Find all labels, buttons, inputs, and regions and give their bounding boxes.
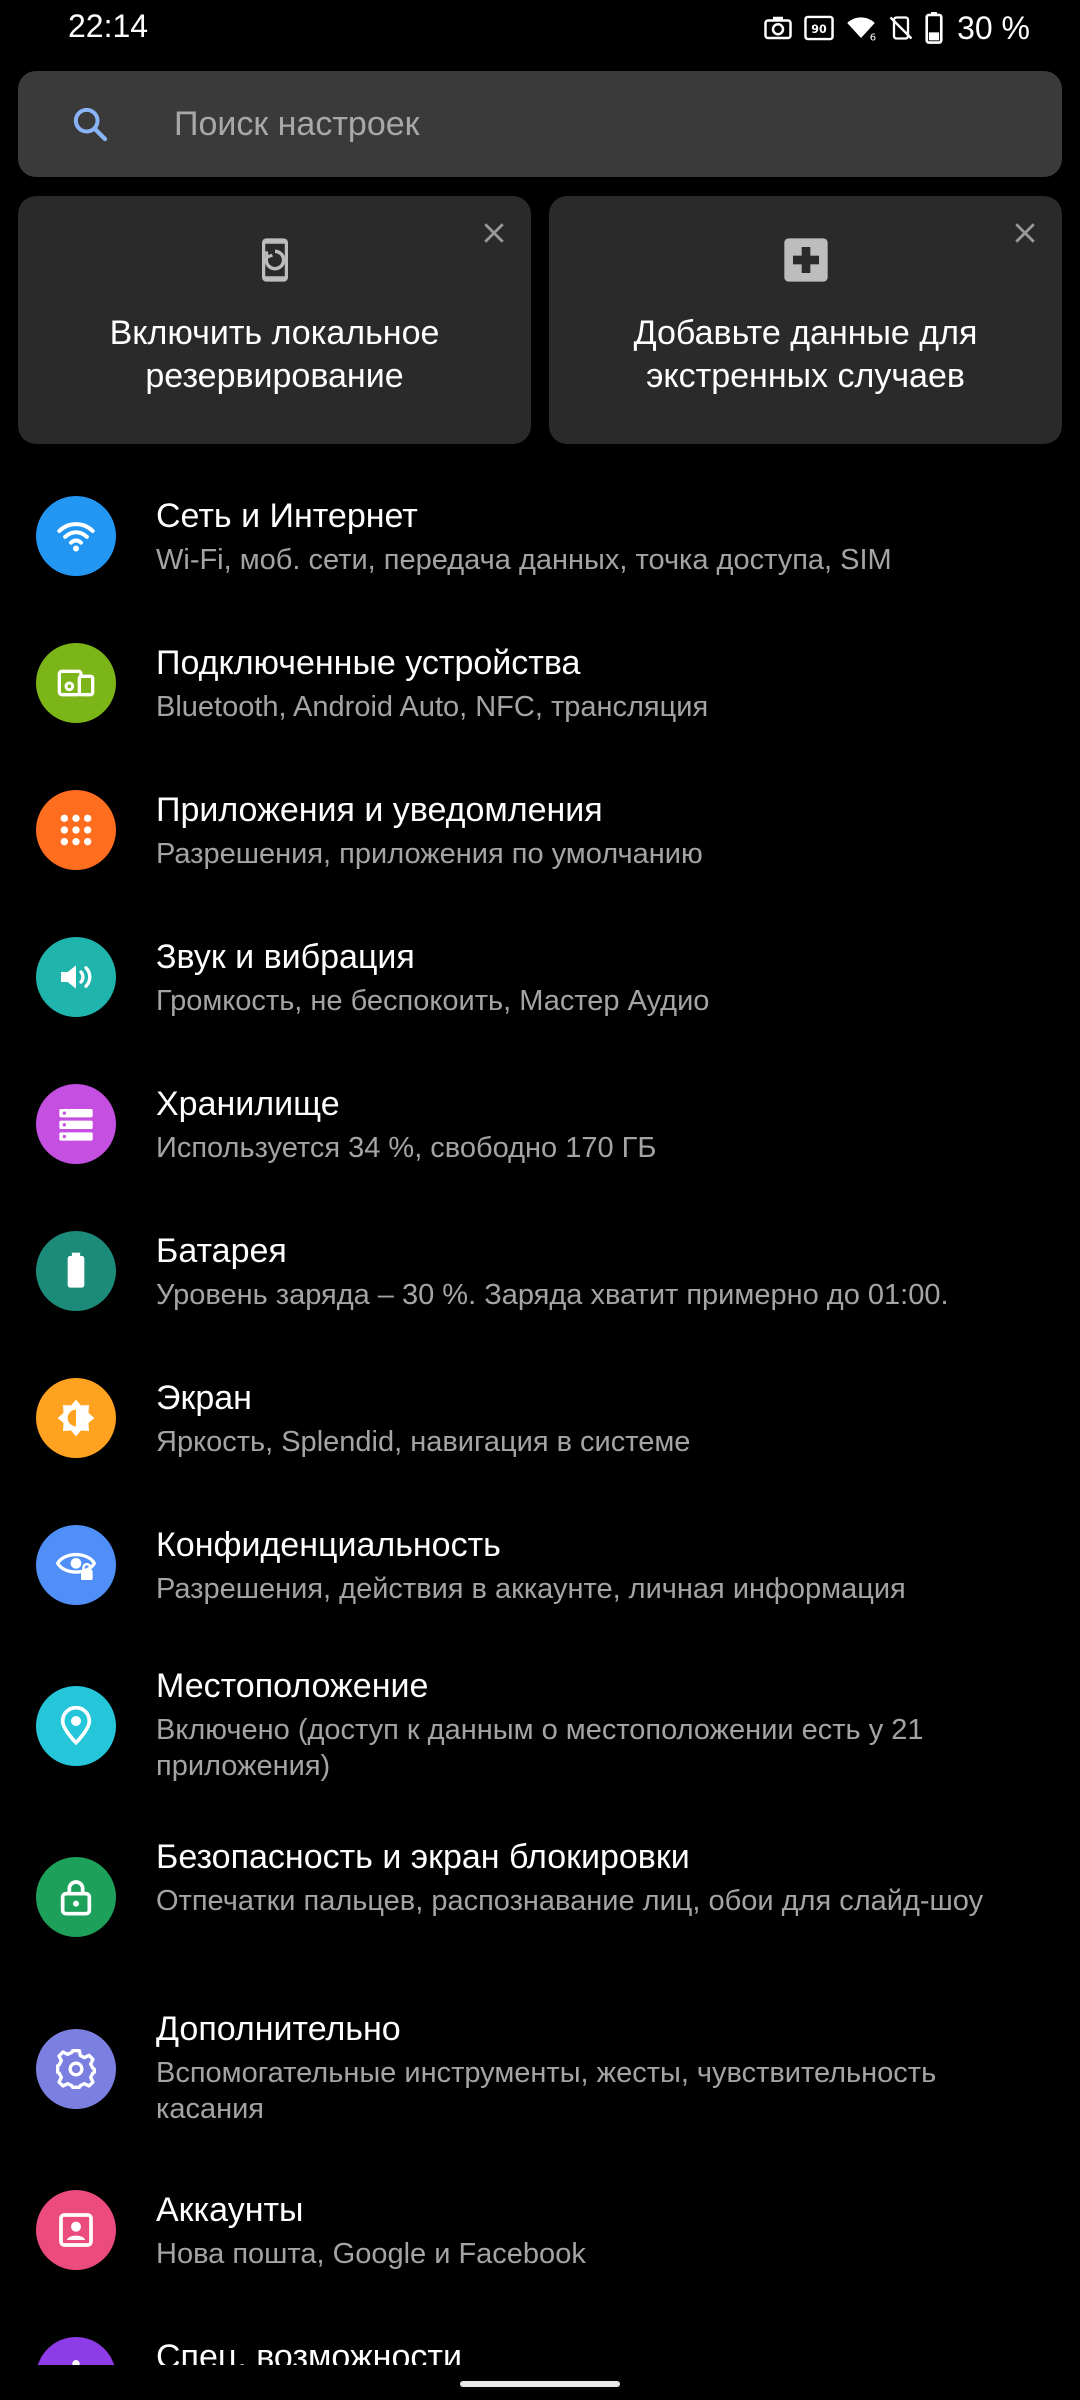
item-subtitle: Разрешения, действия в аккаунте, личная … — [156, 1573, 906, 1605]
item-title: Дополнительно — [156, 2010, 401, 2048]
emergency-info-card[interactable]: Добавьте данные для экстренных случаев — [549, 196, 1062, 444]
item-subtitle: Включено (доступ к данным о местоположен… — [156, 1714, 924, 1782]
vibrate-off-icon — [887, 13, 915, 43]
settings-item-privacy[interactable]: Конфиденциальность Разрешения, действия … — [0, 1499, 1080, 1646]
wifi-icon — [36, 496, 116, 576]
item-subtitle: Вспомогательные инструменты, жесты, чувс… — [156, 2057, 937, 2125]
item-title: Приложения и уведомления — [156, 791, 603, 829]
search-bar[interactable] — [18, 71, 1062, 177]
item-subtitle: Уровень заряда – 30 %. Заряда хватит при… — [156, 1279, 949, 1311]
settings-item-apps[interactable]: Приложения и уведомления Разрешения, при… — [0, 764, 1080, 911]
camera-icon — [763, 13, 793, 43]
devices-icon — [36, 643, 116, 723]
svg-text:90: 90 — [811, 23, 827, 36]
gesture-navigation-bar[interactable] — [460, 2381, 620, 2387]
settings-item-advanced[interactable]: Дополнительно Вспомогательные инструмент… — [0, 1989, 1080, 2164]
accessibility-icon — [36, 2337, 116, 2365]
account-icon — [36, 2190, 116, 2270]
gear-icon — [36, 2029, 116, 2109]
brightness-icon — [36, 1378, 116, 1458]
item-subtitle: Отпечатки пальцев, распознавание лиц, об… — [156, 1885, 984, 1917]
backup-phone-icon — [249, 234, 301, 286]
battery-icon — [36, 1231, 116, 1311]
item-subtitle: Bluetooth, Android Auto, NFC, трансляция — [156, 691, 709, 723]
speaker-icon — [36, 937, 116, 1017]
item-title: Спец. возможности — [156, 2338, 462, 2365]
status-bar: 22:14 90 6 30 % — [0, 0, 1080, 56]
wifi-icon: 6 — [845, 13, 877, 43]
battery-percent: 30 % — [957, 9, 1030, 46]
item-subtitle: Разрешения, приложения по умолчанию — [156, 838, 703, 870]
settings-item-display[interactable]: Экран Яркость, Splendid, навигация в сис… — [0, 1352, 1080, 1499]
apps-grid-icon — [36, 790, 116, 870]
eye-lock-icon — [36, 1525, 116, 1605]
search-input[interactable] — [174, 97, 994, 151]
close-icon[interactable] — [479, 218, 509, 248]
settings-item-network[interactable]: Сеть и Интернет Wi-Fi, моб. сети, переда… — [0, 470, 1080, 617]
item-title: Экран — [156, 1379, 252, 1417]
item-subtitle: Используется 34 %, свободно 170 ГБ — [156, 1132, 657, 1164]
refresh-rate-icon: 90 — [803, 13, 835, 43]
settings-item-accounts[interactable]: Аккаунты Нова пошта, Google и Facebook — [0, 2164, 1080, 2311]
backup-suggestion-card[interactable]: Включить локальное резервирование — [18, 196, 531, 444]
item-subtitle: Яркость, Splendid, навигация в системе — [156, 1426, 691, 1458]
settings-item-sound[interactable]: Звук и вибрация Громкость, не беспокоить… — [0, 911, 1080, 1058]
location-pin-icon — [36, 1686, 116, 1766]
svg-text:6: 6 — [870, 33, 876, 44]
item-title: Конфиденциальность — [156, 1526, 501, 1564]
item-title: Безопасность и экран блокировки — [156, 1838, 690, 1876]
close-icon[interactable] — [1010, 218, 1040, 248]
item-title: Аккаунты — [156, 2191, 304, 2229]
card-text: Добавьте данные для экстренных случаев — [633, 314, 978, 395]
item-subtitle: Нова пошта, Google и Facebook — [156, 2238, 586, 2270]
battery-icon — [925, 12, 943, 44]
settings-item-location[interactable]: Местоположение Включено (доступ к данным… — [0, 1646, 1080, 1817]
lock-icon — [36, 1857, 116, 1937]
settings-item-connected-devices[interactable]: Подключенные устройства Bluetooth, Andro… — [0, 617, 1080, 764]
item-title: Звук и вибрация — [156, 938, 415, 976]
storage-icon — [36, 1084, 116, 1164]
medical-cross-icon — [780, 234, 832, 286]
card-text: Включить локальное резервирование — [109, 314, 440, 395]
settings-item-battery[interactable]: Батарея Уровень заряда – 30 %. Заряда хв… — [0, 1205, 1080, 1352]
item-title: Местоположение — [156, 1667, 429, 1705]
item-title: Сеть и Интернет — [156, 497, 418, 535]
search-icon — [70, 104, 110, 144]
status-icons: 90 6 30 % — [763, 8, 1030, 48]
settings-item-security[interactable]: Безопасность и экран блокировки Отпечатк… — [0, 1817, 1080, 1989]
item-title: Подключенные устройства — [156, 644, 581, 682]
item-title: Хранилище — [156, 1085, 340, 1123]
item-subtitle: Wi-Fi, моб. сети, передача данных, точка… — [156, 544, 892, 576]
settings-item-storage[interactable]: Хранилище Используется 34 %, свободно 17… — [0, 1058, 1080, 1205]
item-subtitle: Громкость, не беспокоить, Мастер Аудио — [156, 985, 710, 1017]
settings-item-accessibility[interactable]: Спец. возможности — [0, 2311, 1080, 2365]
item-title: Батарея — [156, 1232, 287, 1270]
status-time: 22:14 — [68, 8, 149, 44]
